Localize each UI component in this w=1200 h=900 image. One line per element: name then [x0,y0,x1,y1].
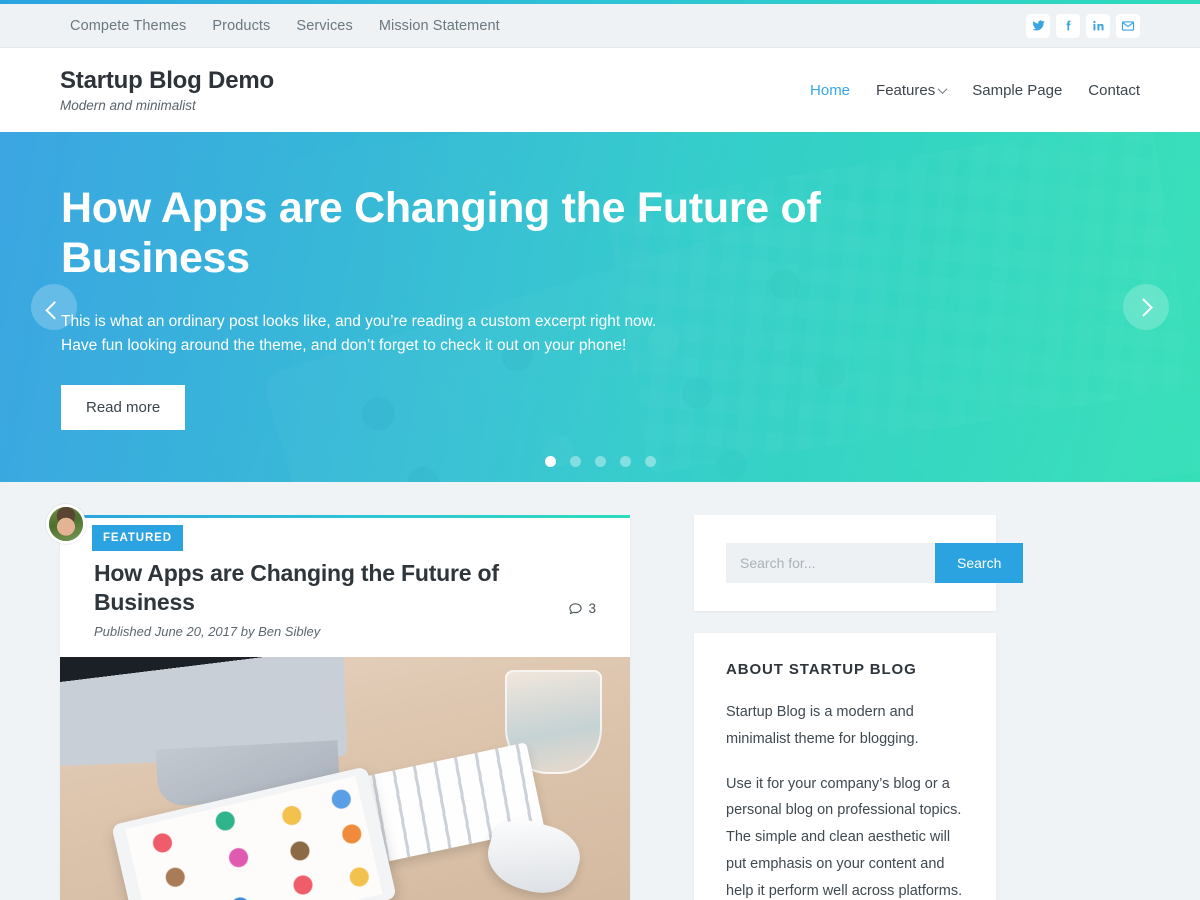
hero-excerpt-line-2: Have fun looking around the theme, and d… [61,336,627,354]
nav-item-contact-label: Contact [1088,81,1140,99]
nav-item-contact[interactable]: Contact [1088,82,1140,99]
post-title[interactable]: How Apps are Changing the Future of Busi… [94,559,514,617]
comment-count[interactable]: 3 [568,601,596,616]
search-input[interactable] [726,543,935,583]
nav-item-features-label: Features [876,81,936,99]
facebook-icon[interactable] [1056,13,1080,38]
branding[interactable]: Startup Blog Demo Modern and minimalist [60,67,274,113]
top-bar: Compete Themes Products Services Mission… [0,4,1200,48]
slider-dot-3[interactable] [594,456,606,467]
slider-dot-2[interactable] [569,456,581,467]
site-title[interactable]: Startup Blog Demo [60,67,274,95]
topnav-item-products[interactable]: Products [212,18,270,34]
sidebar: Search ABOUT STARTUP BLOG Startup Blog i… [694,515,1024,900]
slider-pagination [0,456,1200,467]
status-badge: FEATURED [92,525,183,551]
post-featured-image[interactable] [60,656,630,900]
topnav-item-compete-themes[interactable]: Compete Themes [70,18,186,34]
nav-item-sample-page-label: Sample Page [972,81,1063,99]
topnav-item-mission-statement[interactable]: Mission Statement [379,18,500,34]
slider-dot-1[interactable] [544,456,556,467]
nav-item-home[interactable]: Home [810,82,850,99]
post-list: FEATURED How Apps are Changing the Futur… [46,504,630,900]
post-card: FEATURED How Apps are Changing the Futur… [46,504,630,900]
avatar[interactable] [46,504,86,544]
top-bar-nav: Compete Themes Products Services Mission… [60,18,500,34]
about-paragraph-1: Startup Blog is a modern and minimalist … [726,704,919,747]
chevron-right-icon [1133,297,1153,317]
about-widget-title: ABOUT STARTUP BLOG [726,661,917,678]
main-nav: Home Features Sample Page Contact [810,82,1140,99]
site-tagline: Modern and minimalist [60,97,196,113]
chevron-left-icon [44,300,64,320]
twitter-icon[interactable] [1026,13,1050,38]
nav-item-features[interactable]: Features [876,81,948,99]
site-header: Startup Blog Demo Modern and minimalist … [0,48,1200,132]
about-paragraph-2: Use it for your company’s blog or a pers… [726,775,963,899]
search-widget: Search [694,515,1024,611]
nav-item-sample-page[interactable]: Sample Page [972,82,1062,99]
search-button[interactable]: Search [935,543,1024,583]
chevron-down-icon [937,83,948,94]
read-more-button[interactable]: Read more [61,384,186,430]
post-meta: Published June 20, 2017 by Ben Sibley [94,623,321,639]
email-icon[interactable] [1116,13,1140,38]
slider-dot-4[interactable] [619,456,631,467]
nav-item-home-label: Home [810,81,851,99]
topnav-item-services[interactable]: Services [296,18,352,34]
hero-excerpt: This is what an ordinary post looks like… [61,310,701,358]
comment-count-value: 3 [588,601,596,616]
hero-slider: How Apps are Changing the Future of Busi… [0,132,1200,482]
about-widget: ABOUT STARTUP BLOG Startup Blog is a mod… [694,633,996,900]
hero-excerpt-line-1: This is what an ordinary post looks like… [61,312,657,330]
social-links [1026,13,1140,38]
slider-next-button[interactable] [1123,284,1169,330]
slider-prev-button[interactable] [31,284,77,330]
hero-title[interactable]: How Apps are Changing the Future of Busi… [61,184,821,284]
main-wrapper: FEATURED How Apps are Changing the Futur… [46,482,1140,900]
linkedin-icon[interactable] [1086,13,1110,38]
search-form: Search [726,543,1024,583]
slider-dot-5[interactable] [644,456,656,467]
comment-icon [569,603,583,615]
